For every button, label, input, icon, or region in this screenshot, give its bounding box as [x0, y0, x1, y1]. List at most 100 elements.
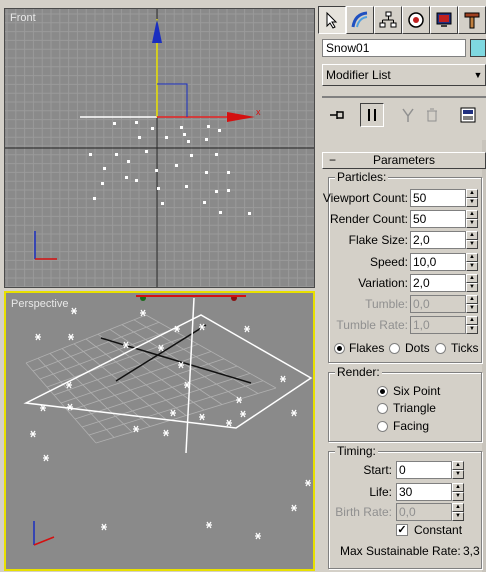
triangle-radio[interactable] — [377, 403, 388, 414]
parameters-rollout-title: Parameters — [372, 153, 436, 167]
object-name-field[interactable]: Snow01 — [322, 39, 466, 57]
perspective-snow-flake — [184, 381, 190, 389]
show-end-result-icon — [368, 109, 376, 121]
flake-size-field[interactable]: 2,0 — [410, 231, 466, 249]
perspective-viewport[interactable]: Perspective — [4, 291, 315, 571]
configure-sets-icon — [460, 107, 476, 123]
life-field[interactable]: 30 — [396, 483, 452, 501]
remove-modifier-button[interactable] — [420, 103, 444, 127]
modify-tab[interactable] — [346, 6, 374, 34]
render-count-row: Render Count: — [318, 210, 408, 228]
front-snow-particle — [185, 185, 188, 188]
facing-radio[interactable] — [377, 421, 388, 432]
perspective-snow-flake — [199, 413, 205, 421]
max-rate-value: 3,3 — [463, 544, 480, 558]
perspective-snow-flake — [30, 430, 36, 438]
spinner-up-icon[interactable]: ▲ — [466, 210, 478, 219]
front-snow-particle — [215, 153, 218, 156]
tumble-label: Tumble: — [365, 297, 408, 311]
viewport-count-field[interactable]: 50 — [410, 189, 466, 207]
render-count-field[interactable]: 50 — [410, 210, 466, 228]
modifier-stack-divider — [322, 96, 486, 98]
spinner-up-icon[interactable]: ▲ — [466, 316, 478, 325]
front-snow-particle — [161, 202, 164, 205]
spinner-down-icon[interactable]: ▼ — [452, 492, 464, 501]
hierarchy-tab[interactable] — [374, 6, 402, 34]
tumble-rate-field[interactable]: 1,0 — [410, 316, 466, 334]
modifier-list-dropdown[interactable]: Modifier List ▼ — [322, 64, 486, 86]
spinner-down-icon[interactable]: ▼ — [466, 325, 478, 334]
perspective-snow-flake — [244, 325, 250, 333]
constant-checkbox-label: Constant — [414, 523, 463, 537]
front-snow-particle — [227, 189, 230, 192]
front-viewport[interactable]: x Front — [4, 8, 315, 288]
perspective-snow-flake — [291, 409, 297, 417]
pin-stack-button[interactable] — [326, 103, 350, 127]
utilities-tab[interactable] — [458, 6, 486, 34]
parameters-rollout-header[interactable]: − Parameters — [322, 152, 486, 169]
perspective-snow-flake — [240, 410, 246, 418]
make-unique-button[interactable] — [396, 103, 420, 127]
configure-modifier-sets-button[interactable] — [456, 103, 480, 127]
hierarchy-icon — [379, 11, 397, 28]
spinner-down-icon[interactable]: ▼ — [466, 283, 478, 292]
perspective-snow-flake — [199, 323, 205, 331]
start-field[interactable]: 0 — [396, 461, 452, 479]
ticks-radio-label: Ticks — [451, 341, 479, 355]
spinner-up-icon[interactable]: ▲ — [466, 274, 478, 283]
create-tab[interactable] — [318, 6, 346, 34]
perspective-snow-flake — [67, 403, 73, 411]
spinner-down-icon[interactable]: ▼ — [466, 304, 478, 313]
spinner-down-icon[interactable]: ▼ — [466, 198, 478, 207]
perspective-snow-flake — [178, 361, 184, 369]
spinner-up-icon[interactable]: ▲ — [452, 503, 464, 512]
birth-rate-field[interactable]: 0,0 — [396, 503, 452, 521]
spinner-up-icon[interactable]: ▲ — [452, 483, 464, 492]
six-point-radio[interactable] — [377, 386, 388, 397]
spinner-up-icon[interactable]: ▲ — [466, 295, 478, 304]
variation-label: Variation: — [358, 276, 408, 290]
motion-tab[interactable] — [402, 6, 430, 34]
spinner-up-icon[interactable]: ▲ — [452, 461, 464, 470]
front-snow-particle — [155, 169, 158, 172]
display-tab[interactable] — [430, 6, 458, 34]
dots-radio[interactable] — [389, 343, 400, 354]
birth-rate-row: Birth Rate: — [318, 503, 392, 521]
spinner-down-icon[interactable]: ▼ — [452, 470, 464, 479]
spinner-down-icon[interactable]: ▼ — [466, 262, 478, 271]
front-snow-particle — [135, 179, 138, 182]
flakes-radio[interactable] — [334, 343, 345, 354]
perspective-snow-flake — [280, 375, 286, 383]
grid-line — [145, 314, 277, 389]
perspective-viewport-label: Perspective — [11, 298, 69, 310]
speed-row: Speed: — [318, 253, 408, 271]
tumble-field[interactable]: 0,0 — [410, 295, 466, 313]
spinner-up-icon[interactable]: ▲ — [466, 189, 478, 198]
perspective-snow-flake — [66, 381, 72, 389]
show-end-result-button[interactable] — [360, 103, 384, 127]
speed-field[interactable]: 10,0 — [410, 253, 466, 271]
constant-checkbox[interactable]: ✓ — [396, 524, 408, 536]
spinner-up-icon[interactable]: ▲ — [466, 231, 478, 240]
front-snow-particle — [219, 211, 222, 214]
variation-field[interactable]: 2,0 — [410, 274, 466, 292]
tumble-rate-label: Tumble Rate: — [336, 318, 408, 332]
front-snow-particle — [113, 122, 116, 125]
spinner-down-icon[interactable]: ▼ — [466, 219, 478, 228]
object-color-swatch[interactable] — [470, 39, 486, 57]
spinner-down-icon[interactable]: ▼ — [452, 512, 464, 521]
front-snow-particle — [187, 140, 190, 143]
spinner-down-icon[interactable]: ▼ — [466, 240, 478, 249]
perspective-snow-flake — [101, 523, 107, 531]
front-snow-particle — [138, 136, 141, 139]
life-row: Life: — [318, 483, 392, 501]
perspective-snow-flake — [255, 532, 261, 540]
panel-scrollbar[interactable] — [482, 140, 486, 572]
ticks-radio[interactable] — [435, 343, 446, 354]
chevron-down-icon[interactable]: ▼ — [471, 65, 485, 85]
spinner-up-icon[interactable]: ▲ — [466, 253, 478, 262]
perspective-snow-flake — [140, 309, 146, 317]
utilities-hammer-icon — [464, 12, 480, 29]
front-viewport-label: Front — [10, 12, 36, 24]
front-grid: x — [5, 9, 314, 287]
